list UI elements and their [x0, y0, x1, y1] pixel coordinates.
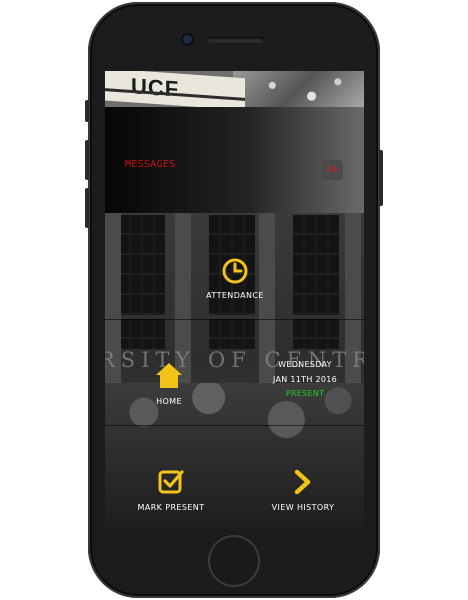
power-button	[379, 150, 383, 206]
earpiece-speaker	[206, 37, 264, 43]
home-label: HOME	[156, 397, 182, 406]
date-panel: WEDNESDAY JAN 11TH 2016 PRESENT	[265, 357, 345, 401]
app-screen: UCF MESSAGES 14 RSITY OF CENTRAL ATTENDA…	[105, 71, 364, 529]
date-text: JAN 11TH 2016	[272, 375, 338, 384]
mark-present-tile[interactable]: MARK PRESENT	[123, 467, 219, 517]
tile-divider	[105, 319, 364, 320]
volume-up-button	[85, 140, 89, 180]
home-hardware-button[interactable]	[210, 537, 258, 585]
messages-count-badge[interactable]: 14	[321, 160, 343, 180]
header-banner: UCF	[105, 71, 364, 107]
attendance-tile[interactable]: ATTENDANCE	[165, 251, 305, 307]
chevron-right-icon	[294, 469, 311, 495]
mark-present-label: MARK PRESENT	[137, 503, 205, 512]
view-history-tile[interactable]: VIEW HISTORY	[255, 467, 351, 517]
weekday-text: WEDNESDAY	[278, 360, 332, 369]
clock-icon	[222, 258, 248, 284]
silent-switch	[85, 100, 89, 122]
view-history-label: VIEW HISTORY	[271, 503, 335, 512]
attendance-label: ATTENDANCE	[206, 291, 264, 300]
checkbox-icon	[158, 470, 184, 494]
home-tile[interactable]: HOME	[139, 357, 199, 413]
volume-down-button	[85, 188, 89, 228]
messages-label[interactable]: MESSAGES	[125, 159, 176, 170]
banner-photo	[233, 71, 364, 107]
messages-bar[interactable]: MESSAGES 14	[105, 107, 364, 213]
front-camera	[183, 35, 192, 44]
attendance-status: PRESENT	[285, 389, 325, 398]
tile-divider	[105, 425, 364, 426]
house-icon	[156, 363, 182, 388]
